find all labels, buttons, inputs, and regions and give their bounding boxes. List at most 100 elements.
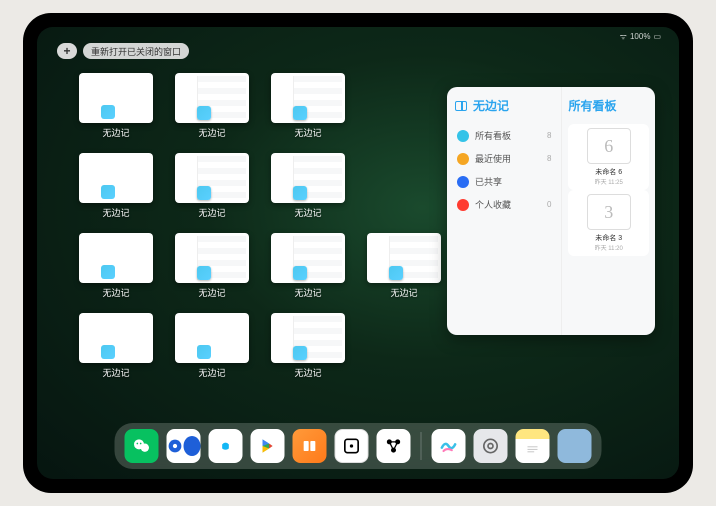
tile-label: 无边记 bbox=[294, 126, 321, 139]
window-tile[interactable]: 无边记 bbox=[175, 153, 249, 221]
sidebar-toggle-icon[interactable] bbox=[455, 101, 467, 111]
app-icon bbox=[293, 346, 307, 360]
dock-separator bbox=[421, 432, 422, 460]
app-icon bbox=[293, 106, 307, 120]
tile-label: 无边记 bbox=[294, 286, 321, 299]
tile-label: 无边记 bbox=[198, 286, 225, 299]
dock-app-dice[interactable] bbox=[335, 429, 369, 463]
panel-content: 所有看板 6未命名 6昨天 11:253未命名 3昨天 11:20 bbox=[562, 87, 655, 335]
nav-count: 0 bbox=[547, 200, 551, 209]
window-tile[interactable]: 无边记 bbox=[271, 153, 345, 221]
ipad-frame: ᯤ 100% ▭ + 重新打开已关闭的窗口 无边记无边记无边记无边记无边记无边记… bbox=[23, 13, 693, 493]
dock-app-notes[interactable] bbox=[516, 429, 550, 463]
app-icon bbox=[197, 106, 211, 120]
tile-label: 无边记 bbox=[294, 206, 321, 219]
nav-item[interactable]: 最近使用 8 bbox=[455, 147, 553, 170]
nav-icon bbox=[457, 199, 469, 211]
board-name: 未命名 3 bbox=[595, 233, 622, 243]
board-name: 未命名 6 bbox=[595, 167, 622, 177]
window-tile[interactable]: 无边记 bbox=[175, 233, 249, 301]
window-thumbnail bbox=[79, 73, 153, 123]
window-tile[interactable]: 无边记 bbox=[79, 153, 153, 221]
window-thumbnail bbox=[271, 313, 345, 363]
window-thumbnail bbox=[271, 233, 345, 283]
window-thumbnail bbox=[271, 73, 345, 123]
app-icon bbox=[389, 266, 403, 280]
nav-list: 所有看板 8 最近使用 8 已共享个人收藏 0 bbox=[455, 124, 553, 216]
screen: ᯤ 100% ▭ + 重新打开已关闭的窗口 无边记无边记无边记无边记无边记无边记… bbox=[37, 27, 679, 479]
window-tile[interactable]: 无边记 bbox=[79, 233, 153, 301]
nav-label: 已共享 bbox=[475, 175, 502, 188]
tile-label: 无边记 bbox=[102, 286, 129, 299]
window-thumbnail bbox=[79, 233, 153, 283]
panel-left-header: 无边记 bbox=[455, 97, 553, 114]
window-thumbnail bbox=[175, 313, 249, 363]
tile-label: 无边记 bbox=[102, 206, 129, 219]
window-tile[interactable]: 无边记 bbox=[367, 233, 441, 301]
nav-icon bbox=[457, 130, 469, 142]
window-thumbnail bbox=[79, 153, 153, 203]
app-icon bbox=[293, 266, 307, 280]
window-thumbnail bbox=[175, 73, 249, 123]
dock-app-books[interactable] bbox=[293, 429, 327, 463]
nav-count: 8 bbox=[547, 131, 551, 140]
window-tile[interactable]: 无边记 bbox=[271, 233, 345, 301]
nav-item[interactable]: 所有看板 8 bbox=[455, 124, 553, 147]
board-time: 昨天 11:25 bbox=[595, 177, 623, 186]
dock-app-connect[interactable] bbox=[377, 429, 411, 463]
window-tile[interactable]: 无边记 bbox=[79, 73, 153, 141]
app-icon bbox=[197, 186, 211, 200]
board-card[interactable]: 6 未命名 6昨天 11:25 bbox=[568, 124, 649, 190]
tile-label: 无边记 bbox=[390, 286, 417, 299]
freeform-panel[interactable]: ••• 无边记 所有看板8最近使用8已共享个人收藏0 所有看板 6未命名 6昨天… bbox=[447, 87, 655, 335]
reopen-closed-window-pill[interactable]: 重新打开已关闭的窗口 bbox=[83, 43, 189, 59]
nav-icon bbox=[457, 153, 469, 165]
board-card[interactable]: 3未命名 3昨天 11:20 bbox=[568, 190, 649, 256]
board-thumb: 6 bbox=[587, 128, 631, 164]
dock-app-folder[interactable] bbox=[558, 429, 592, 463]
window-thumbnail bbox=[271, 153, 345, 203]
panel-right-title: 所有看板 bbox=[568, 97, 649, 114]
tile-label: 无边记 bbox=[198, 206, 225, 219]
board-thumb: 3 bbox=[587, 194, 631, 230]
add-button[interactable]: + bbox=[57, 43, 77, 59]
panel-left-title: 无边记 bbox=[473, 97, 509, 114]
dock-app-wechat[interactable] bbox=[125, 429, 159, 463]
window-thumbnail bbox=[367, 233, 441, 283]
app-icon bbox=[293, 186, 307, 200]
battery-icon: ▭ bbox=[653, 32, 661, 41]
window-thumbnail bbox=[175, 233, 249, 283]
status-bar: ᯤ 100% ▭ bbox=[620, 31, 661, 42]
window-thumbnail bbox=[175, 153, 249, 203]
tile-label: 无边记 bbox=[294, 366, 321, 379]
window-tile[interactable]: 无边记 bbox=[271, 313, 345, 381]
app-icon bbox=[197, 266, 211, 280]
nav-label: 个人收藏 bbox=[475, 198, 511, 211]
tile-label: 无边记 bbox=[198, 126, 225, 139]
window-tile[interactable]: 无边记 bbox=[175, 313, 249, 381]
tile-label: 无边记 bbox=[102, 126, 129, 139]
nav-count: 8 bbox=[547, 154, 551, 163]
window-tile[interactable]: 无边记 bbox=[79, 313, 153, 381]
dock-app-play[interactable] bbox=[251, 429, 285, 463]
dock bbox=[115, 423, 602, 469]
tile-label: 无边记 bbox=[198, 366, 225, 379]
window-tile[interactable]: 无边记 bbox=[271, 73, 345, 141]
battery-label: 100% bbox=[630, 32, 650, 41]
window-thumbnail bbox=[79, 313, 153, 363]
dock-app-qq[interactable] bbox=[209, 429, 243, 463]
nav-icon bbox=[457, 176, 469, 188]
nav-item[interactable]: 个人收藏 0 bbox=[455, 193, 553, 216]
tile-label: 无边记 bbox=[102, 366, 129, 379]
topbar: + 重新打开已关闭的窗口 bbox=[57, 43, 189, 59]
dock-app-blue-circle[interactable] bbox=[167, 429, 201, 463]
nav-label: 所有看板 bbox=[475, 129, 511, 142]
dock-app-settings[interactable] bbox=[474, 429, 508, 463]
nav-item[interactable]: 已共享 bbox=[455, 170, 553, 193]
expose-grid: 无边记无边记无边记无边记无边记无边记无边记无边记无边记无边记无边记无边记无边记 bbox=[79, 73, 441, 381]
window-tile[interactable]: 无边记 bbox=[175, 73, 249, 141]
wifi-icon: ᯤ bbox=[620, 31, 627, 42]
panel-sidebar: 无边记 所有看板 8 最近使用 8 已共享个人收藏 0 bbox=[447, 87, 562, 335]
nav-label: 最近使用 bbox=[475, 152, 511, 165]
dock-app-freeform[interactable] bbox=[432, 429, 466, 463]
